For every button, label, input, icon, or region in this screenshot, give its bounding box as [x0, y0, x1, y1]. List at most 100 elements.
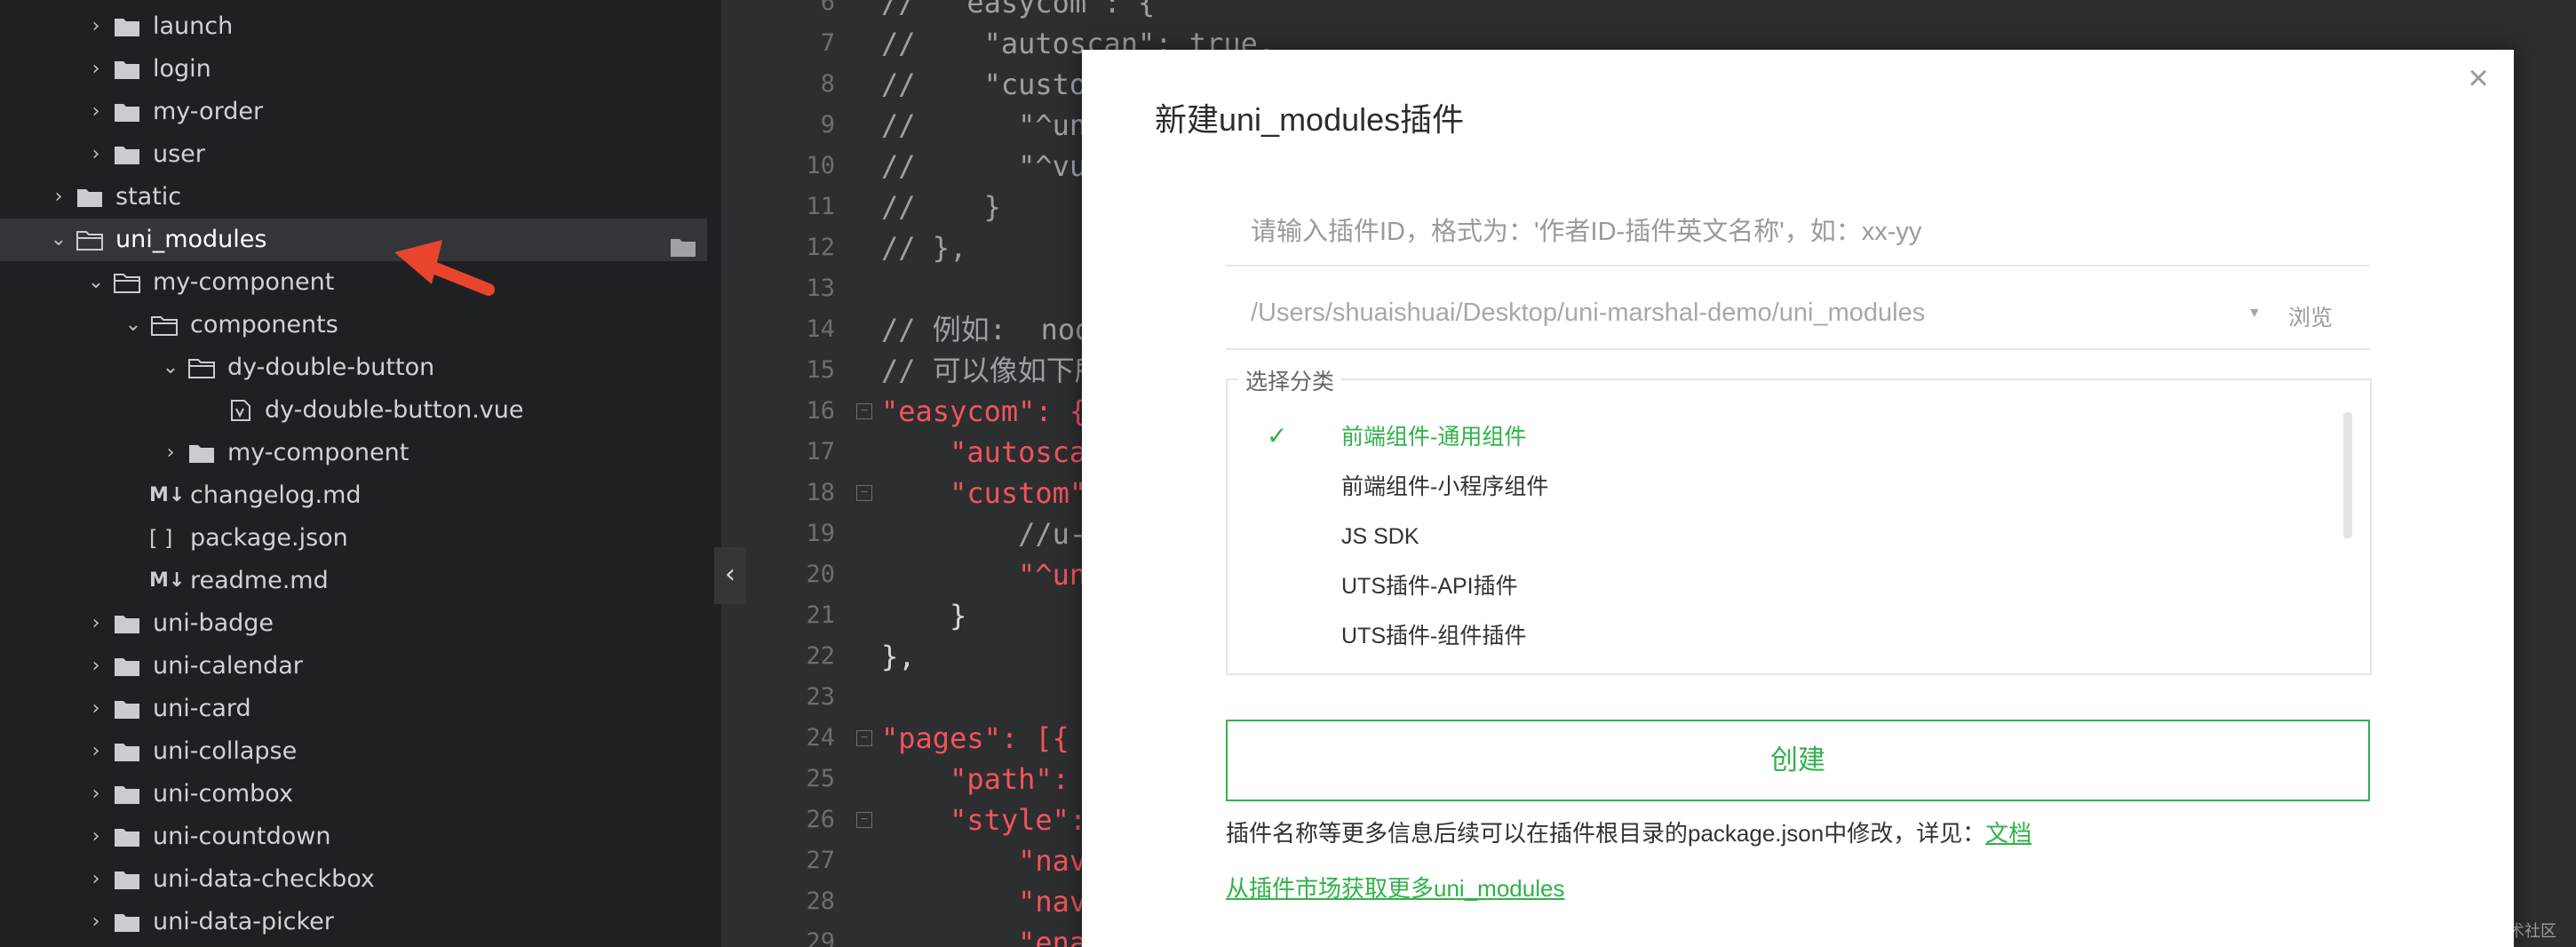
- plugin-market-link[interactable]: 从插件市场获取更多uni_modules: [1226, 871, 1564, 903]
- tree-folder-my-order[interactable]: › my-order: [0, 91, 707, 133]
- fold-toggle-icon[interactable]: −: [856, 485, 872, 501]
- category-item[interactable]: JS SDK: [1341, 512, 1419, 561]
- folder-icon: [114, 144, 140, 165]
- code-line[interactable]: // "custom: [881, 64, 1103, 105]
- doc-link[interactable]: 文档: [1985, 820, 2031, 847]
- line-number: 12: [806, 234, 835, 261]
- code-line[interactable]: "easycom": {: [881, 391, 1086, 432]
- plugin-id-input[interactable]: [1226, 199, 2370, 267]
- code-line[interactable]: "custom": [881, 473, 1086, 513]
- code-line[interactable]: //u-: [881, 513, 1086, 554]
- chevron-right-icon[interactable]: ›: [85, 858, 107, 901]
- close-icon[interactable]: ×: [2462, 60, 2494, 96]
- folder-icon: [114, 656, 140, 677]
- line-number: 24: [806, 724, 835, 752]
- chevron-right-icon[interactable]: ›: [85, 645, 107, 688]
- tree-folder-static[interactable]: › static: [0, 176, 707, 219]
- line-number: 9: [820, 111, 835, 139]
- tree-folder-uni-data-picker[interactable]: › uni-data-picker: [0, 901, 707, 943]
- code-line[interactable]: // "^uni: [881, 105, 1103, 146]
- tree-folder-user[interactable]: › user: [0, 133, 707, 176]
- chevron-right-icon[interactable]: ›: [85, 48, 107, 91]
- folder-icon: [114, 613, 140, 634]
- code-line[interactable]: // 例如: nod: [881, 309, 1092, 350]
- tree-label: user: [153, 140, 205, 168]
- tree-folder-launch[interactable]: › launch: [0, 5, 707, 48]
- tree-label: uni_modules: [115, 226, 267, 253]
- chevron-down-icon[interactable]: ⌄: [48, 219, 69, 261]
- code-line[interactable]: },: [881, 636, 916, 677]
- collapse-sidebar-button[interactable]: ‹: [714, 547, 746, 604]
- scrollbar[interactable]: [2343, 412, 2352, 538]
- chevron-down-icon[interactable]: ⌄: [123, 304, 144, 346]
- code-line[interactable]: "ena: [881, 922, 1086, 947]
- fold-toggle-icon[interactable]: −: [856, 403, 872, 419]
- code-line[interactable]: "autosca: [881, 432, 1086, 473]
- tree-folder-my-component-sub[interactable]: › my-component: [0, 432, 707, 474]
- code-line[interactable]: "^un: [881, 554, 1086, 595]
- tree-file-package-json[interactable]: [ ] package.json: [0, 517, 707, 560]
- tree-folder-uni-calendar[interactable]: › uni-calendar: [0, 645, 707, 688]
- tree-folder-components[interactable]: ⌄ components: [0, 304, 707, 346]
- category-item[interactable]: UTS插件-组件插件: [1341, 611, 1526, 661]
- tree-folder-uni-combox[interactable]: › uni-combox: [0, 773, 707, 816]
- code-line[interactable]: // }: [881, 187, 1001, 227]
- tree-folder-dy-double-button[interactable]: ⌄ dy-double-button: [0, 346, 707, 389]
- code-line[interactable]: // },: [881, 227, 966, 268]
- vue-file-icon: [227, 400, 254, 421]
- tree-folder-my-component[interactable]: ⌄ my-component: [0, 261, 707, 304]
- chevron-right-icon[interactable]: ›: [85, 730, 107, 773]
- chevron-right-icon[interactable]: ›: [85, 133, 107, 176]
- tree-folder-uni-data-checkbox[interactable]: › uni-data-checkbox: [0, 858, 707, 901]
- code-line[interactable]: }: [881, 595, 966, 636]
- chevron-right-icon[interactable]: ›: [85, 773, 107, 816]
- code-line[interactable]: // 可以像如下所: [881, 350, 1103, 391]
- chevron-left-icon[interactable]: ‹: [725, 559, 735, 590]
- tree-label: uni-combox: [153, 780, 293, 808]
- folder-icon: [114, 911, 140, 933]
- folder-open-icon: [76, 229, 103, 251]
- tree-file-changelog[interactable]: M↓ changelog.md: [0, 474, 707, 517]
- folder-icon[interactable]: [670, 229, 696, 257]
- browse-button[interactable]: 浏览: [2288, 300, 2333, 332]
- json-icon: [ ]: [149, 526, 173, 551]
- tree-folder-uni-card[interactable]: › uni-card: [0, 688, 707, 730]
- fold-toggle-icon[interactable]: −: [856, 730, 872, 746]
- code-line[interactable]: "nav: [881, 881, 1086, 922]
- code-line[interactable]: "nav: [881, 840, 1086, 881]
- chevron-right-icon[interactable]: ›: [85, 816, 107, 858]
- code-line[interactable]: "pages": [{: [881, 718, 1069, 759]
- line-number: 6: [820, 0, 835, 16]
- chevron-right-icon[interactable]: ›: [160, 432, 181, 474]
- chevron-right-icon[interactable]: ›: [85, 91, 107, 133]
- chevron-right-icon[interactable]: ›: [85, 688, 107, 730]
- chevron-right-icon[interactable]: ›: [85, 602, 107, 645]
- tree-folder-uni-countdown[interactable]: › uni-countdown: [0, 816, 707, 858]
- code-line[interactable]: // "easycom": {: [881, 0, 1155, 23]
- tree-folder-uni-badge[interactable]: › uni-badge: [0, 602, 707, 645]
- code-line[interactable]: // "^vue: [881, 146, 1103, 187]
- tree-file-vue[interactable]: dy-double-button.vue: [0, 389, 707, 432]
- chevron-down-icon[interactable]: ⌄: [160, 346, 181, 389]
- dropdown-caret-icon[interactable]: ▼: [2247, 306, 2262, 322]
- create-button[interactable]: 创建: [1226, 720, 2370, 801]
- tree-folder-login[interactable]: › login: [0, 48, 707, 91]
- code-line[interactable]: "path":: [881, 759, 1069, 800]
- path-select[interactable]: /Users/shuaishuai/Desktop/uni-marshal-de…: [1226, 286, 2370, 350]
- chevron-down-icon[interactable]: ⌄: [85, 261, 107, 304]
- category-item[interactable]: UTS插件-API插件: [1341, 561, 1518, 611]
- chevron-right-icon[interactable]: ›: [85, 5, 107, 48]
- category-item[interactable]: 前端组件-通用组件: [1341, 412, 1526, 462]
- chevron-right-icon[interactable]: ›: [48, 176, 69, 219]
- chevron-right-icon[interactable]: ›: [85, 901, 107, 943]
- category-item[interactable]: 前端组件-小程序组件: [1341, 462, 1548, 512]
- fold-toggle-icon[interactable]: −: [856, 812, 872, 828]
- line-number: 29: [806, 928, 835, 947]
- code-line[interactable]: "style":: [881, 800, 1086, 840]
- line-number: 7: [820, 29, 835, 57]
- tree-label: uni-collapse: [153, 737, 298, 765]
- tree-folder-uni-modules[interactable]: ⌄ uni_modules: [0, 219, 707, 261]
- tree-file-readme[interactable]: M↓ readme.md: [0, 560, 707, 602]
- folder-icon: [76, 187, 103, 208]
- tree-folder-uni-collapse[interactable]: › uni-collapse: [0, 730, 707, 773]
